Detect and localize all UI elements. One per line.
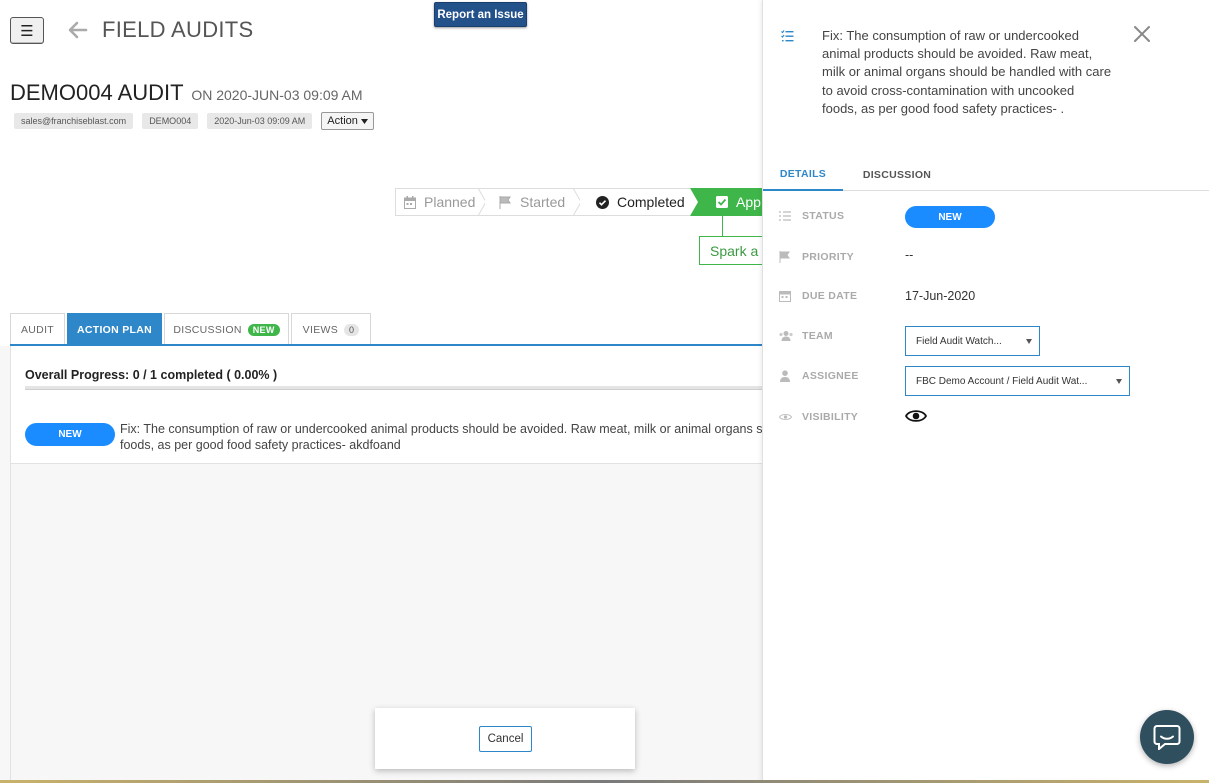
- team-select-value: Field Audit Watch...: [916, 335, 1002, 347]
- action-dropdown-button[interactable]: Action: [321, 112, 374, 130]
- user-icon: [780, 370, 790, 382]
- spark-connector: [722, 216, 723, 236]
- due-date-value[interactable]: 17-Jun-2020: [905, 289, 975, 303]
- step-completed-label: Completed: [617, 194, 685, 210]
- calendar-icon: [779, 291, 791, 302]
- audit-title: DEMO004 AUDIT: [10, 80, 184, 105]
- field-assignee: ASSIGNEE FBC Demo Account / Field Audit …: [779, 365, 1199, 396]
- audit-tabs: AUDIT ACTION PLAN DISCUSSION NEW VIEWS 0: [0, 280, 762, 346]
- chevron-down-icon: [1026, 339, 1032, 344]
- status-label: STATUS: [802, 210, 845, 222]
- team-label: TEAM: [802, 330, 833, 342]
- calendar-icon: [404, 195, 416, 209]
- assignee-select[interactable]: FBC Demo Account / Field Audit Wat...: [905, 366, 1130, 396]
- progress-bar: [25, 386, 762, 390]
- step-completed[interactable]: Completed: [580, 188, 698, 216]
- due-date-label: DUE DATE: [802, 290, 858, 302]
- step-approved[interactable]: App: [698, 188, 762, 216]
- audit-header: DEMO004 AUDIT ON 2020-JUN-03 09:09 AM sa…: [0, 60, 762, 170]
- step-planned-label: Planned: [424, 194, 476, 210]
- action-item-text[interactable]: Fix: The consumption of raw or undercook…: [120, 421, 762, 453]
- audit-datetime: ON 2020-JUN-03 09:09 AM: [191, 87, 363, 103]
- task-list-icon: [781, 30, 794, 42]
- tab-details[interactable]: DETAILS: [763, 158, 843, 191]
- action-label: Action: [327, 115, 358, 127]
- tag-audit-id: DEMO004: [142, 113, 199, 129]
- field-visibility: VISIBILITY: [779, 406, 1199, 430]
- chevron-down-icon: [1116, 379, 1122, 384]
- action-item-title: Fix: The consumption of raw or undercook…: [822, 28, 1112, 116]
- close-icon[interactable]: [1132, 24, 1152, 44]
- flag-icon: [499, 195, 512, 209]
- views-count-badge: 0: [344, 323, 360, 336]
- top-bar: ☰ FIELD AUDITS Report an Issue: [0, 0, 762, 60]
- main-area: ☰ FIELD AUDITS Report an Issue DEMO004 A…: [0, 0, 762, 783]
- tab-action-plan[interactable]: ACTION PLAN: [67, 313, 162, 345]
- caret-down-icon: [360, 118, 368, 124]
- tab-action-plan-label: ACTION PLAN: [76, 323, 153, 336]
- tab-audit[interactable]: AUDIT: [10, 313, 65, 345]
- overall-progress-label: Overall Progress: 0 / 1 completed ( 0.00…: [25, 368, 278, 382]
- task-list-icon: [779, 211, 791, 221]
- hamburger-menu-button[interactable]: ☰: [10, 17, 44, 44]
- check-circle-icon: [596, 195, 609, 209]
- tab-audit-label: AUDIT: [21, 323, 54, 336]
- assignee-label: ASSIGNEE: [802, 370, 859, 382]
- tab-detail-discussion[interactable]: DISCUSSION: [859, 158, 935, 191]
- cancel-button[interactable]: Cancel: [479, 726, 532, 752]
- visibility-eye-icon[interactable]: [905, 408, 927, 424]
- flag-icon: [779, 251, 790, 263]
- tag-datetime: 2020-Jun-03 09:09 AM: [207, 113, 313, 129]
- step-planned[interactable]: Planned: [395, 188, 485, 216]
- priority-value[interactable]: --: [905, 248, 913, 262]
- eye-icon: [779, 414, 792, 420]
- new-badge: NEW: [247, 323, 280, 336]
- field-due-date: DUE DATE 17-Jun-2020: [779, 285, 1199, 309]
- audit-title-line: DEMO004 AUDIT ON 2020-JUN-03 09:09 AM: [10, 80, 363, 106]
- priority-label: PRIORITY: [802, 251, 854, 263]
- action-detail-panel: Fix: The consumption of raw or undercook…: [762, 0, 1209, 783]
- page-title: FIELD AUDITS: [102, 17, 254, 42]
- back-arrow-icon[interactable]: [66, 18, 90, 42]
- tab-views-label: VIEWS: [302, 323, 339, 336]
- step-started[interactable]: Started: [485, 188, 580, 216]
- action-item-line-1: Fix: The consumption of raw or undercook…: [120, 422, 762, 436]
- field-team: TEAM Field Audit Watch...: [779, 325, 1199, 356]
- detail-tabs: DETAILS DISCUSSION: [763, 158, 1209, 191]
- action-item-line-2: foods, as per good food safety practices…: [120, 438, 401, 452]
- step-approved-label: App: [736, 194, 761, 210]
- assignee-select-value: FBC Demo Account / Field Audit Wat...: [916, 375, 1088, 387]
- audit-meta-tags: sales@franchiseblast.com DEMO004 2020-Ju…: [14, 112, 374, 130]
- tab-views[interactable]: VIEWS 0: [291, 313, 371, 345]
- action-plan-summary: Overall Progress: 0 / 1 completed ( 0.00…: [11, 346, 762, 464]
- workflow-steps: Planned Started Completed App Spark a D: [0, 170, 762, 280]
- checkbox-checked-icon: [716, 196, 728, 208]
- step-started-label: Started: [520, 194, 566, 210]
- tab-discussion-label: DISCUSSION: [173, 323, 242, 336]
- team-select[interactable]: Field Audit Watch...: [905, 326, 1040, 356]
- field-priority: PRIORITY --: [779, 246, 1199, 270]
- status-badge[interactable]: NEW: [25, 423, 115, 446]
- menu-icon: ☰: [20, 22, 34, 40]
- visibility-label: VISIBILITY: [802, 411, 859, 423]
- cancel-dialog: Cancel: [375, 708, 635, 769]
- tab-discussion[interactable]: DISCUSSION NEW: [164, 313, 289, 345]
- field-status: STATUS NEW: [779, 205, 1199, 229]
- tag-email: sales@franchiseblast.com: [14, 113, 134, 129]
- spark-discussion-button[interactable]: Spark a D: [699, 236, 762, 265]
- chat-launcher-button[interactable]: [1140, 710, 1194, 764]
- status-dropdown[interactable]: NEW: [905, 206, 995, 228]
- report-issue-button[interactable]: Report an Issue: [434, 2, 527, 27]
- chat-icon: [1153, 725, 1181, 750]
- users-icon: [779, 331, 793, 341]
